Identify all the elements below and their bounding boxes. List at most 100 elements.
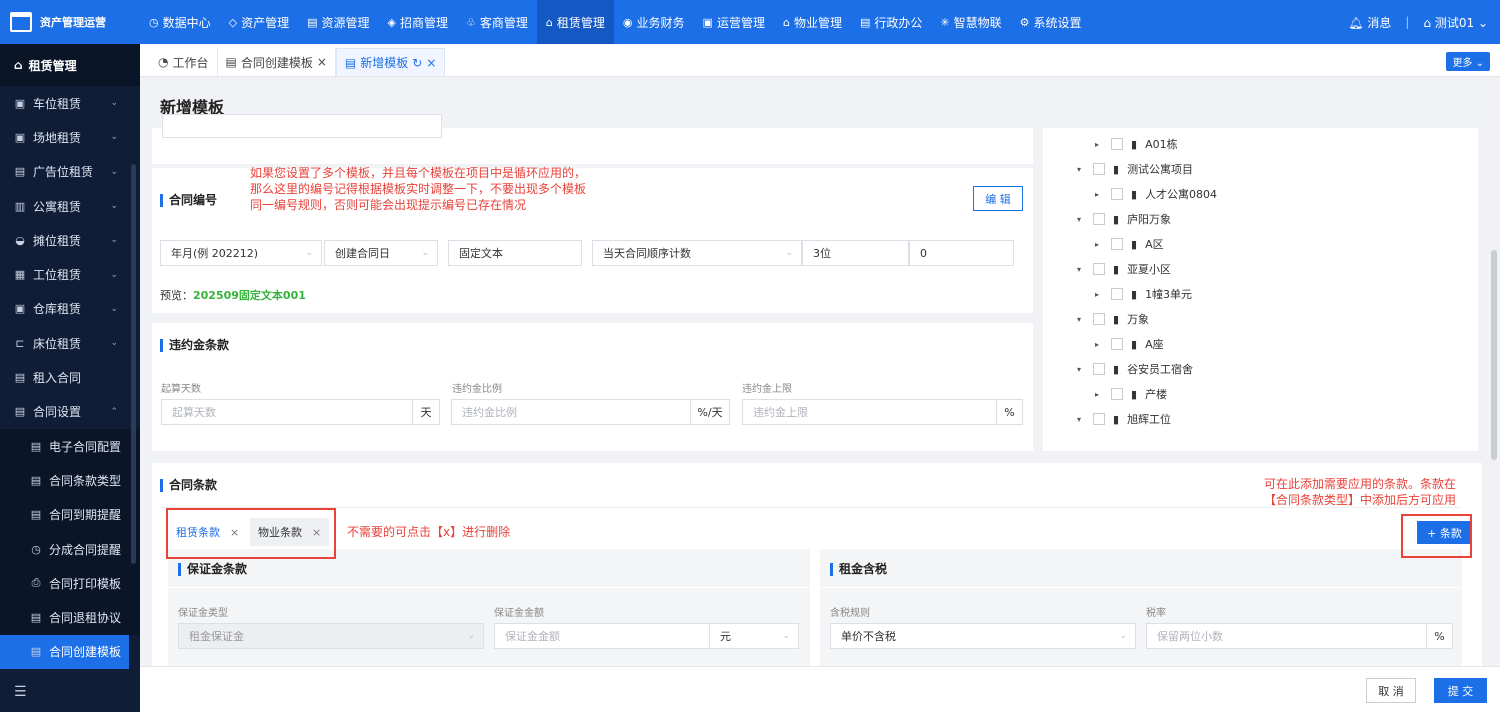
app-logo[interactable]: 资产管理运营 (0, 0, 140, 44)
sidebar-item-3[interactable]: ▥ 公寓租赁 ⌄ (0, 189, 140, 223)
nav-item-9[interactable]: ▤ 行政办公 (851, 0, 931, 44)
refresh-icon[interactable]: ↻ (412, 56, 422, 70)
tree-node[interactable]: ▸ ▮ 产楼 (1095, 386, 1167, 402)
building-icon: ▮ (1113, 412, 1120, 426)
caret-down-icon[interactable]: ▾ (1077, 315, 1085, 324)
digits-input[interactable]: 3位 (802, 240, 909, 266)
tree-checkbox[interactable] (1111, 138, 1123, 150)
sidebar-subitem-1[interactable]: ▤ 合同条款类型 (0, 463, 140, 498)
nav-item-6[interactable]: ◉ 业务财务 (614, 0, 694, 44)
caret-right-icon[interactable]: ▸ (1095, 340, 1103, 349)
cancel-button[interactable]: 取 消 (1366, 678, 1416, 703)
sidebar-item-4[interactable]: ◒ 摊位租赁 ⌄ (0, 223, 140, 257)
close-icon[interactable]: × (317, 55, 327, 69)
tree-checkbox[interactable] (1093, 213, 1105, 225)
tree-checkbox[interactable] (1093, 363, 1105, 375)
tree-checkbox[interactable] (1111, 238, 1123, 250)
year-month-select[interactable]: 年月(例 202212) ⌄ (160, 240, 322, 266)
fixed-text-input[interactable]: 固定文本 (448, 240, 582, 266)
sidebar-subitem-2[interactable]: ▤ 合同到期提醒 (0, 497, 140, 532)
collapse-menu-icon[interactable]: ☰ (14, 684, 27, 700)
user-menu[interactable]: ⌂ 测试01 ⌄ (1423, 14, 1488, 31)
caret-down-icon[interactable]: ▾ (1077, 265, 1085, 274)
tax-rule-select[interactable]: 单价不含税 ⌄ (830, 623, 1136, 649)
sidebar-subitem-6[interactable]: ▤ 合同创建模板 (0, 634, 129, 670)
sidebar-item-6[interactable]: ▣ 仓库租赁 ⌄ (0, 292, 140, 326)
close-icon[interactable]: × (426, 56, 436, 70)
tree-checkbox[interactable] (1093, 263, 1105, 275)
submit-button[interactable]: 提 交 (1434, 678, 1487, 703)
sidebar-item-2[interactable]: ▤ 广告位租赁 ⌄ (0, 155, 140, 189)
tree-node[interactable]: ▾ ▮ 旭辉工位 (1077, 411, 1171, 427)
tree-checkbox[interactable] (1111, 388, 1123, 400)
nav-item-4[interactable]: ♧ 客商管理 (457, 0, 537, 44)
building-icon: ▮ (1131, 387, 1138, 401)
tree-node[interactable]: ▾ ▮ 万象 (1077, 311, 1149, 327)
caret-down-icon[interactable]: ▾ (1077, 415, 1085, 424)
deposit-unit-select[interactable]: 元 ⌄ (709, 623, 799, 649)
sidebar-item-8[interactable]: ▤ 租入合同 (0, 360, 140, 394)
penalty-rate-input[interactable]: 违约金比例 (451, 399, 691, 425)
sidebar-item-9[interactable]: ▤ 合同设置 ⌃ (0, 395, 140, 429)
tab-contract-template[interactable]: ▤ 合同创建模板 × (218, 48, 336, 76)
page-scrollbar[interactable] (1491, 250, 1497, 460)
start-number-input[interactable]: 0 (909, 240, 1014, 266)
nav-item-5[interactable]: ⌂ 租赁管理 (536, 0, 614, 44)
caret-right-icon[interactable]: ▸ (1095, 190, 1103, 199)
sidebar-item-0[interactable]: ▣ 车位租赁 ⌄ (0, 86, 140, 120)
sidebar-subitem-0[interactable]: ▤ 电子合同配置 (0, 428, 140, 464)
deposit-amount-input[interactable]: 保证金金额 (494, 623, 710, 649)
tree-checkbox[interactable] (1111, 188, 1123, 200)
nav-item-1[interactable]: ◇ 资产管理 (220, 0, 298, 44)
sidebar-subitem-3[interactable]: ◷ 分成合同提醒 (0, 531, 140, 567)
tree-node[interactable]: ▸ ▮ A01栋 (1095, 136, 1178, 152)
sidebar-item-1[interactable]: ▣ 场地租赁 ⌄ (0, 120, 140, 154)
nav-item-0[interactable]: ◷ 数据中心 (140, 0, 220, 44)
messages-link[interactable]: 🔔︎ 消息 (1348, 14, 1391, 31)
caret-right-icon[interactable]: ▸ (1095, 390, 1103, 399)
start-days-input[interactable]: 起算天数 (161, 399, 413, 425)
sidebar-scrollbar[interactable] (131, 164, 136, 564)
tax-rate-input[interactable]: 保留两位小数 (1146, 623, 1428, 649)
tree-node[interactable]: ▸ ▮ 1幢3单元 (1095, 286, 1192, 302)
sidebar-item-7[interactable]: ⊏ 床位租赁 ⌄ (0, 326, 140, 360)
tree-checkbox[interactable] (1093, 313, 1105, 325)
nav-item-11[interactable]: ⚙ 系统设置 (1011, 0, 1091, 44)
tree-node-label: 万象 (1127, 313, 1150, 326)
sidebar-subitem-4[interactable]: ⎙ 合同打印模板 (0, 566, 140, 601)
tree-checkbox[interactable] (1111, 288, 1123, 300)
caret-right-icon[interactable]: ▸ (1095, 240, 1103, 249)
tab-new-template[interactable]: ▤ 新增模板 ↻ × (335, 48, 446, 76)
sequence-select[interactable]: 当天合同顺序计数 ⌄ (592, 240, 802, 266)
deposit-type-select[interactable]: 租金保证金 ⌄ (178, 623, 484, 649)
create-date-select[interactable]: 创建合同日 ⌄ (324, 240, 438, 266)
sidebar-item-5[interactable]: ▦ 工位租赁 ⌄ (0, 257, 140, 291)
tree-node-label: 亚夏小区 (1127, 263, 1172, 276)
caret-right-icon[interactable]: ▸ (1095, 290, 1103, 299)
sidebar-subitem-5[interactable]: ▤ 合同退租协议 (0, 600, 140, 635)
tree-checkbox[interactable] (1093, 413, 1105, 425)
edit-button[interactable]: 编 辑 (973, 186, 1023, 211)
tree-node[interactable]: ▾ ▮ 谷安员工宿舍 (1077, 361, 1193, 377)
caret-right-icon[interactable]: ▸ (1095, 140, 1103, 149)
caret-down-icon[interactable]: ▾ (1077, 215, 1085, 224)
tree-node[interactable]: ▸ ▮ A区 (1095, 236, 1164, 252)
tree-node[interactable]: ▸ ▮ A座 (1095, 336, 1164, 352)
tree-node[interactable]: ▾ ▮ 亚夏小区 (1077, 261, 1171, 277)
caret-down-icon[interactable]: ▾ (1077, 165, 1085, 174)
nav-item-7[interactable]: ▣ 运营管理 (694, 0, 774, 44)
caret-down-icon[interactable]: ▾ (1077, 365, 1085, 374)
nav-item-10[interactable]: ✳ 智慧物联 (931, 0, 1010, 44)
nav-item-2[interactable]: ▤ 资源管理 (298, 0, 378, 44)
tree-checkbox[interactable] (1111, 338, 1123, 350)
tab-workbench[interactable]: ◔ 工作台 (150, 48, 218, 76)
tree-node[interactable]: ▸ ▮ 人才公寓0804 (1095, 186, 1217, 202)
tree-node[interactable]: ▾ ▮ 测试公寓项目 (1077, 161, 1193, 177)
tree-checkbox[interactable] (1093, 163, 1105, 175)
tree-node[interactable]: ▾ ▮ 庐阳万象 (1077, 211, 1171, 227)
penalty-cap-input[interactable]: 违约金上限 (742, 399, 997, 425)
nav-item-8[interactable]: ⌂ 物业管理 (774, 0, 851, 44)
text-input[interactable] (162, 114, 442, 138)
more-tabs-button[interactable]: 更多 ⌄ (1446, 52, 1490, 71)
nav-item-3[interactable]: ◈ 招商管理 (379, 0, 457, 44)
